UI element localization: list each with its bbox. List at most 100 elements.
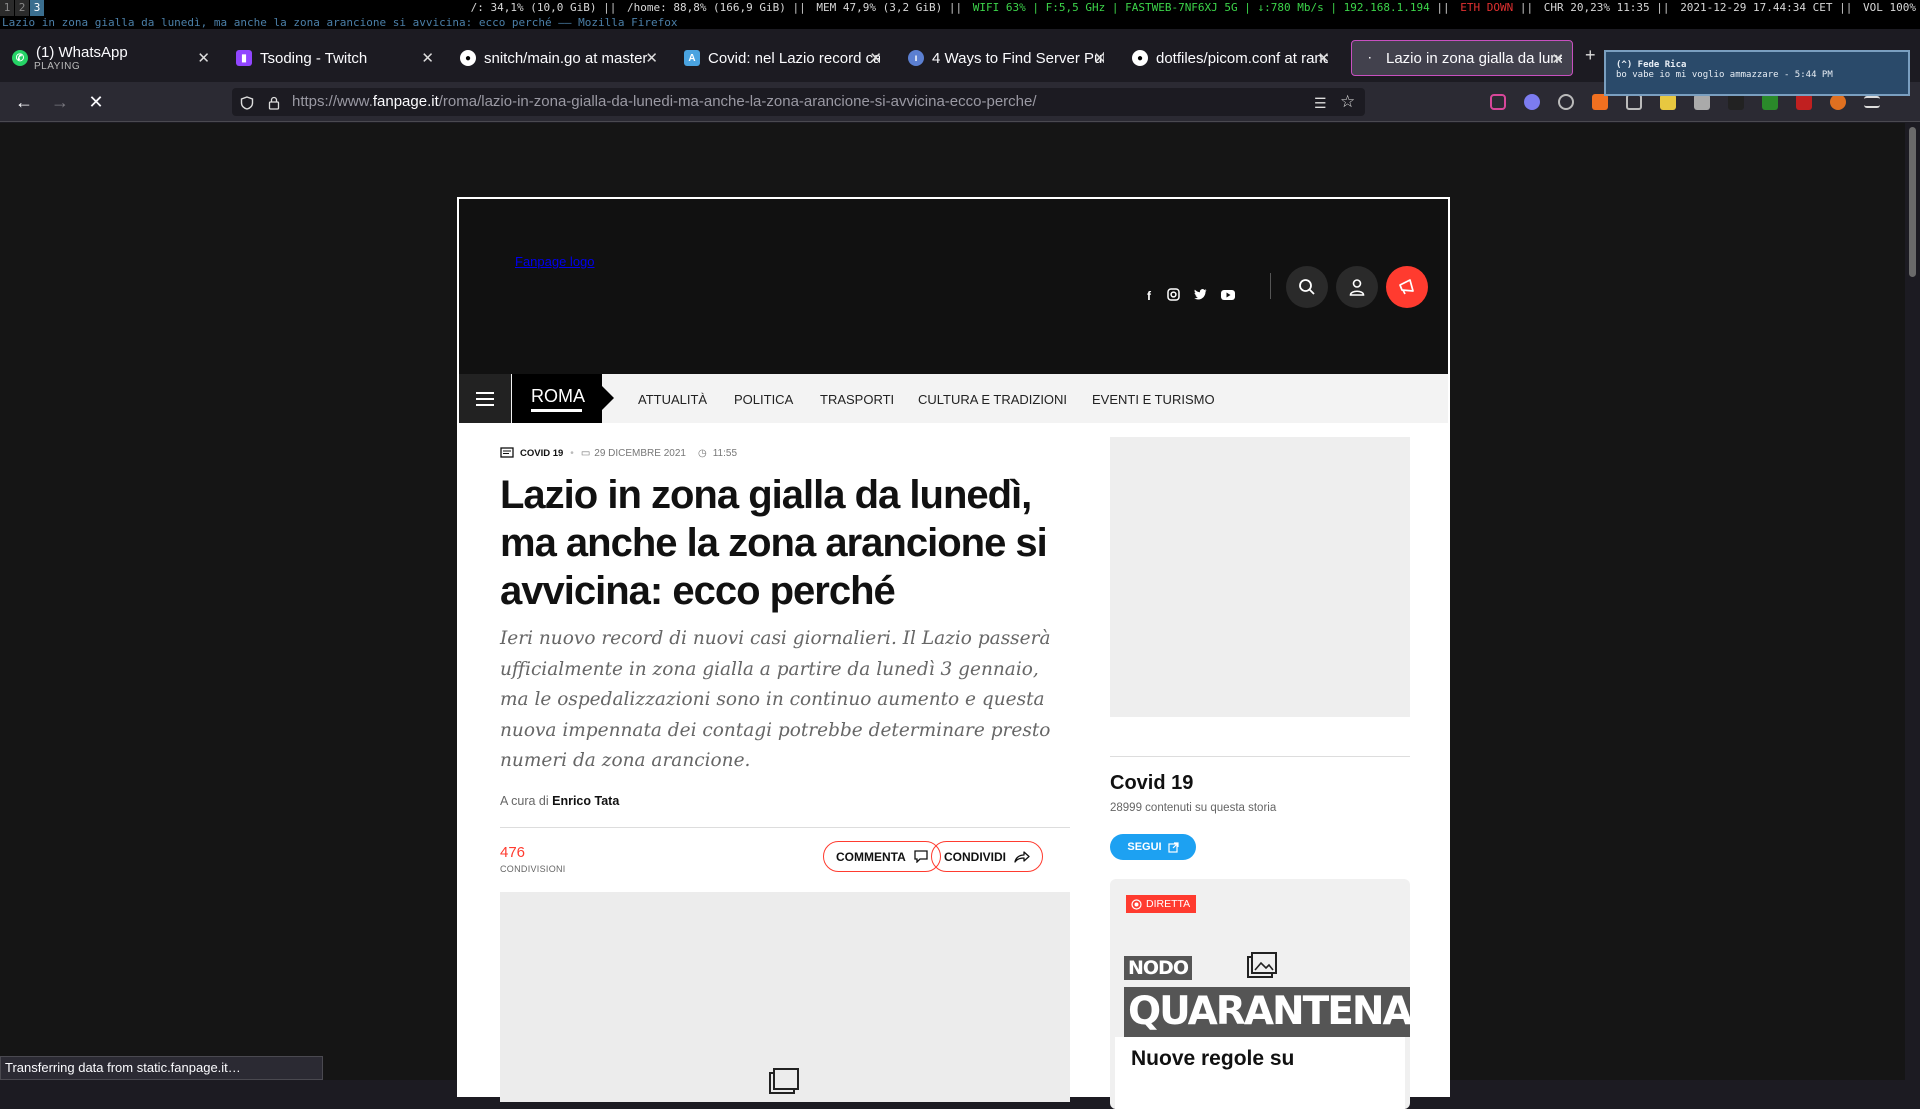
follow-story-button[interactable]: SEGUI (1110, 834, 1196, 860)
extension-icon[interactable] (1592, 94, 1608, 110)
lock-icon[interactable] (268, 96, 280, 110)
nav-cultura-tradizioni[interactable]: CULTURA E TRADIZIONI (918, 392, 1067, 407)
extension-icon[interactable] (1830, 94, 1846, 110)
bookmark-star-icon[interactable]: ☆ (1340, 92, 1355, 112)
clock-icon: ◷ (697, 447, 707, 459)
image-placeholder-icon (769, 1068, 799, 1094)
forward-button[interactable]: → (48, 90, 72, 114)
nav-politica[interactable]: POLITICA (734, 392, 793, 407)
tab-github-picom[interactable]: ● dotfiles/picom.conf at random ✕ (1122, 40, 1338, 76)
nav-eventi-turismo[interactable]: EVENTI E TURISMO (1092, 392, 1215, 407)
article-author: A cura di Enrico Tata (500, 794, 620, 808)
tab-label: dotfiles/picom.conf at random (1156, 49, 1328, 67)
live-dot-icon (1131, 898, 1142, 910)
instagram-icon[interactable] (1167, 288, 1180, 301)
stop-loading-button[interactable]: ✕ (84, 90, 108, 114)
close-tab-icon[interactable]: ✕ (645, 49, 658, 67)
tab-github-snitch[interactable]: ● snitch/main.go at master ✕ (450, 40, 666, 76)
scrollbar-thumb[interactable] (1909, 127, 1916, 277)
wifi-status: WIFI 63% | F:5,5 GHz | FASTWEB-7NF6XJ 5G… (972, 1, 1430, 14)
article-meta: COVID 19 • ▭ 29 DICEMBRE 2021 ◷ 11:55 (500, 447, 737, 459)
megaphone-icon (1399, 279, 1414, 295)
page-scrollbar[interactable] (1905, 123, 1920, 1080)
volume-status: VOL 100% (1863, 1, 1916, 14)
tab-label: Tsoding - Twitch (260, 49, 368, 67)
workspace-2[interactable]: 2 (15, 0, 29, 16)
extension-icon[interactable] (1762, 94, 1778, 110)
tab-covid-lazio[interactable]: A Covid: nel Lazio record casi ✕ (674, 40, 890, 76)
container-icon[interactable] (1524, 94, 1540, 110)
fanpage-site: Fanpage logo f ROMA ATTUALITÀ POLITICA T… (457, 197, 1450, 1109)
pocket-icon[interactable] (1490, 94, 1506, 110)
section-roma[interactable]: ROMA (512, 374, 614, 423)
calendar-icon: ▭ (580, 447, 591, 459)
article-category[interactable]: COVID 19 (520, 448, 563, 459)
author-name-link[interactable]: Enrico Tata (552, 794, 619, 808)
close-tab-icon[interactable]: ✕ (197, 49, 210, 67)
window-title: Lazio in zona gialla da lunedì, ma anche… (0, 16, 1920, 29)
notification-title: (^) Fede Rica (1616, 60, 1687, 70)
tracking-protection-icon[interactable] (240, 96, 254, 110)
extension-icon[interactable] (1796, 94, 1812, 110)
live-card-headline[interactable]: Nuove regole su (1131, 1047, 1294, 1071)
user-icon (1349, 279, 1365, 296)
workspace-3[interactable]: 3 (30, 0, 44, 16)
close-tab-icon[interactable]: ✕ (421, 49, 434, 67)
site-logo-link[interactable]: Fanpage logo (515, 254, 595, 269)
article-date: 29 DICEMBRE 2021 (594, 447, 686, 459)
tab-server-ip[interactable]: ı 4 Ways to Find Server Public ✕ (898, 40, 1114, 76)
story-title[interactable]: Covid 19 (1110, 772, 1193, 795)
sync-icon[interactable] (1558, 94, 1574, 110)
back-button[interactable]: ← (12, 90, 36, 114)
workspace-1[interactable]: 1 (0, 0, 14, 16)
live-story-card[interactable]: DIRETTA NODO QUARANTENA Nuove regole su (1110, 879, 1410, 1109)
close-tab-icon[interactable]: ✕ (1093, 49, 1106, 67)
reader-view-icon[interactable]: ☰ (1314, 95, 1328, 111)
live-tag-quarantena: QUARANTENA (1124, 987, 1410, 1037)
share-button[interactable]: CONDIVIDI (931, 841, 1044, 872)
nav-attualita[interactable]: ATTUALITÀ (638, 392, 707, 407)
site-header: Fanpage logo f (459, 199, 1448, 374)
notification-popup[interactable]: (^) Fede Rica bo vabe io mi voglio ammaz… (1604, 50, 1910, 96)
extension-icon[interactable] (1728, 94, 1744, 110)
github-icon: ● (460, 50, 476, 66)
tab-label: 4 Ways to Find Server Public (932, 49, 1104, 67)
story-content-count: 28999 contenuti su questa storia (1110, 802, 1277, 814)
notification-body: bo vabe io mi voglio ammazzare - 5:44 PM (1616, 70, 1833, 80)
fanpage-icon: A (684, 50, 700, 66)
comment-button[interactable]: COMMENTA (823, 841, 941, 872)
youtube-icon[interactable] (1221, 290, 1235, 300)
extension-toolbar (1490, 94, 1880, 110)
advertisement-slot (1110, 437, 1410, 717)
image-placeholder-icon (1247, 952, 1277, 978)
extension-icon[interactable] (1694, 94, 1710, 110)
page-viewport: Fanpage logo f ROMA ATTUALITÀ POLITICA T… (0, 123, 1905, 1109)
follow-icon (1168, 841, 1179, 853)
search-button[interactable] (1286, 266, 1328, 308)
nav-trasporti[interactable]: TRASPORTI (820, 392, 894, 407)
new-tab-button[interactable]: + (1585, 45, 1596, 66)
extension-icon[interactable] (1626, 94, 1642, 110)
notifications-button[interactable] (1386, 266, 1428, 308)
url-bar[interactable]: https://www.fanpage.it/roma/lazio-in-zon… (232, 88, 1365, 116)
shares-count: 476 (500, 844, 526, 861)
comment-icon (914, 850, 928, 863)
user-account-button[interactable] (1336, 266, 1378, 308)
close-tab-icon[interactable]: ✕ (869, 49, 882, 67)
tab-playing-indicator: PLAYING (34, 61, 81, 72)
close-tab-icon[interactable]: ✕ (1317, 49, 1330, 67)
tab-label: snitch/main.go at master (484, 49, 648, 67)
extension-icon[interactable] (1660, 94, 1676, 110)
article-summary: Ieri nuovo record di nuovi casi giornali… (500, 628, 1051, 771)
whatsapp-icon: ✆ (12, 50, 28, 66)
tab-lazio-active[interactable]: · Lazio in zona gialla da lunedì ✕ (1351, 40, 1573, 76)
menu-icon[interactable] (1864, 96, 1880, 108)
hamburger-menu-icon[interactable] (459, 374, 511, 423)
tab-twitch[interactable]: ▮ Tsoding - Twitch ✕ (226, 40, 442, 76)
tab-whatsapp[interactable]: ✆ (1) WhatsApp PLAYING ✕ (2, 40, 218, 76)
close-tab-icon[interactable]: ✕ (1551, 50, 1564, 68)
tab-label: (1) WhatsApp (36, 43, 128, 61)
facebook-icon[interactable]: f (1147, 289, 1151, 303)
github-icon: ● (1132, 50, 1148, 66)
twitter-icon[interactable] (1194, 289, 1207, 300)
